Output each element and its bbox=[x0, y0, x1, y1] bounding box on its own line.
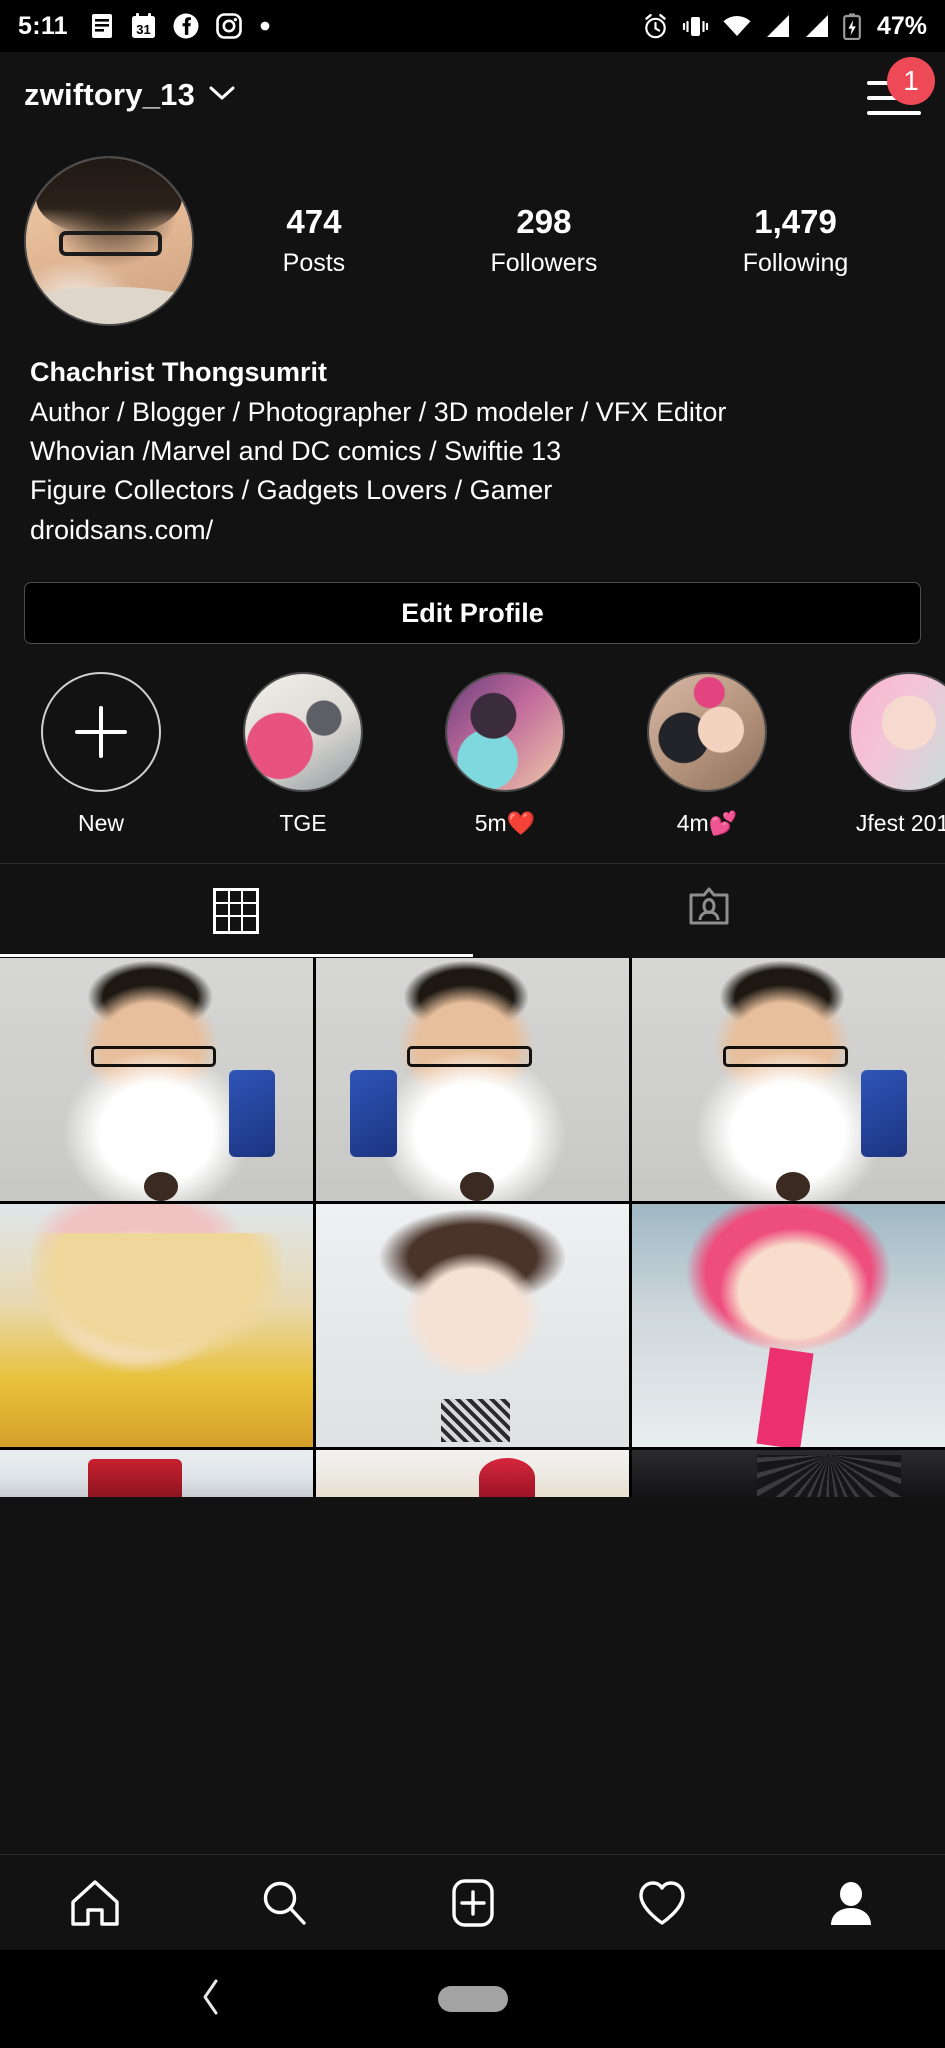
alarm-icon bbox=[642, 13, 669, 40]
profile-tabs bbox=[0, 863, 945, 958]
highlight-cover-image bbox=[245, 674, 361, 791]
battery-percent: 47% bbox=[876, 11, 927, 40]
stat-posts[interactable]: 474 Posts bbox=[282, 202, 346, 278]
highlight-label: Jfest 2019 bbox=[855, 810, 945, 837]
following-label: Following bbox=[742, 249, 849, 278]
instagram-profile-screen: 5:11 31 47% zwiftory_13 1 474 Posts 298 … bbox=[0, 0, 945, 2048]
post-image bbox=[632, 958, 945, 1202]
dot-icon bbox=[259, 20, 271, 32]
highlight-item[interactable]: TGE bbox=[202, 672, 404, 837]
post-thumbnail[interactable] bbox=[0, 1204, 313, 1448]
post-image bbox=[0, 1450, 313, 1498]
profile-website-link[interactable]: droidsans.com/ bbox=[30, 511, 917, 550]
stat-following[interactable]: 1,479 Following bbox=[742, 202, 849, 278]
edit-profile-section: Edit Profile bbox=[0, 550, 945, 645]
search-icon[interactable] bbox=[189, 1875, 378, 1931]
profile-top-bar: zwiftory_13 1 bbox=[0, 52, 945, 138]
svg-text:31: 31 bbox=[136, 22, 150, 37]
post-image bbox=[632, 1204, 945, 1448]
bottom-navigation-bar bbox=[0, 1854, 945, 1950]
chevron-down-icon bbox=[209, 85, 235, 106]
vibrate-icon bbox=[682, 14, 709, 39]
profile-stats: 474 Posts 298 Followers 1,479 Following bbox=[194, 202, 921, 278]
bio-line-2: Whovian /Marvel and DC comics / Swiftie … bbox=[30, 435, 562, 466]
bio-line-3: Figure Collectors / Gadgets Lovers / Gam… bbox=[30, 475, 553, 506]
edit-profile-button[interactable]: Edit Profile bbox=[24, 582, 921, 645]
followers-count: 298 bbox=[516, 202, 572, 240]
post-image bbox=[316, 1450, 629, 1498]
document-icon bbox=[90, 13, 114, 39]
post-thumbnail[interactable] bbox=[316, 1204, 629, 1448]
following-count: 1,479 bbox=[754, 202, 837, 240]
username-label: zwiftory_13 bbox=[24, 77, 196, 112]
post-thumbnail[interactable] bbox=[632, 1450, 945, 1498]
stat-followers[interactable]: 298 Followers bbox=[490, 202, 598, 278]
highlight-cover bbox=[647, 672, 767, 793]
post-thumbnail[interactable] bbox=[316, 958, 629, 1202]
home-pill-indicator[interactable] bbox=[437, 1986, 508, 2012]
add-post-icon[interactable] bbox=[378, 1875, 567, 1931]
followers-label: Followers bbox=[490, 249, 598, 278]
tagged-tab[interactable] bbox=[473, 864, 945, 957]
hamburger-menu-icon[interactable]: 1 bbox=[867, 57, 935, 117]
plus-icon bbox=[75, 706, 127, 759]
highlight-cover bbox=[849, 672, 945, 793]
menu-badge-count: 1 bbox=[887, 57, 935, 105]
highlight-cover-image bbox=[649, 674, 765, 791]
add-highlight-ring bbox=[41, 672, 161, 793]
bio-line-1: Author / Blogger / Photographer / 3D mod… bbox=[30, 396, 727, 427]
activity-heart-icon[interactable] bbox=[567, 1875, 756, 1931]
calendar-31-icon: 31 bbox=[131, 13, 156, 39]
post-thumbnail[interactable] bbox=[316, 1450, 629, 1498]
post-image bbox=[0, 1204, 313, 1448]
profile-full-name: Chachrist Thongsumrit bbox=[30, 357, 328, 387]
status-bar: 5:11 31 47% bbox=[0, 0, 945, 52]
home-icon[interactable] bbox=[0, 1875, 189, 1931]
post-image bbox=[316, 1204, 629, 1448]
post-image bbox=[316, 958, 629, 1202]
back-chevron-icon[interactable] bbox=[198, 1977, 224, 2022]
highlight-new-button[interactable]: New bbox=[0, 672, 202, 837]
facebook-icon bbox=[173, 13, 199, 39]
posts-label: Posts bbox=[282, 249, 346, 278]
android-navigation-bar bbox=[0, 1950, 945, 2048]
wifi-icon bbox=[722, 14, 752, 38]
post-thumbnail[interactable] bbox=[632, 958, 945, 1202]
posts-count: 474 bbox=[286, 202, 342, 240]
tagged-person-icon bbox=[685, 884, 733, 937]
username-switcher[interactable]: zwiftory_13 bbox=[24, 77, 235, 113]
signal-2-icon bbox=[804, 14, 830, 38]
profile-bio: Chachrist Thongsumrit Author / Blogger /… bbox=[0, 326, 945, 550]
profile-avatar[interactable] bbox=[24, 156, 194, 326]
battery-charging-icon bbox=[843, 12, 861, 40]
signal-icon bbox=[765, 14, 791, 38]
status-time: 5:11 bbox=[18, 11, 68, 40]
profile-header: 474 Posts 298 Followers 1,479 Following bbox=[0, 138, 945, 326]
posts-grid bbox=[0, 958, 945, 1498]
profile-person-icon[interactable] bbox=[756, 1875, 945, 1931]
grid-icon bbox=[213, 887, 260, 934]
highlight-cover bbox=[243, 672, 363, 793]
post-thumbnail[interactable] bbox=[632, 1204, 945, 1448]
story-highlights-row[interactable]: New TGE 5m❤️ 4m💕 Jfest 2019 bbox=[0, 644, 945, 837]
post-thumbnail[interactable] bbox=[0, 1450, 313, 1498]
highlight-label: TGE bbox=[279, 810, 327, 837]
highlight-cover-image bbox=[851, 674, 945, 791]
highlight-label: 4m💕 bbox=[676, 810, 738, 837]
highlight-label: New bbox=[77, 810, 124, 837]
highlight-label: 5m❤️ bbox=[474, 810, 536, 837]
instagram-icon bbox=[216, 13, 242, 39]
highlight-cover bbox=[445, 672, 565, 793]
post-image bbox=[0, 958, 313, 1202]
post-image bbox=[632, 1450, 945, 1498]
highlight-item[interactable]: 5m❤️ bbox=[404, 672, 606, 837]
highlight-cover-image bbox=[447, 674, 563, 791]
post-thumbnail[interactable] bbox=[0, 958, 313, 1202]
grid-tab[interactable] bbox=[0, 864, 473, 958]
highlight-item[interactable]: 4m💕 bbox=[606, 672, 808, 837]
highlight-item[interactable]: Jfest 2019 bbox=[808, 672, 945, 837]
